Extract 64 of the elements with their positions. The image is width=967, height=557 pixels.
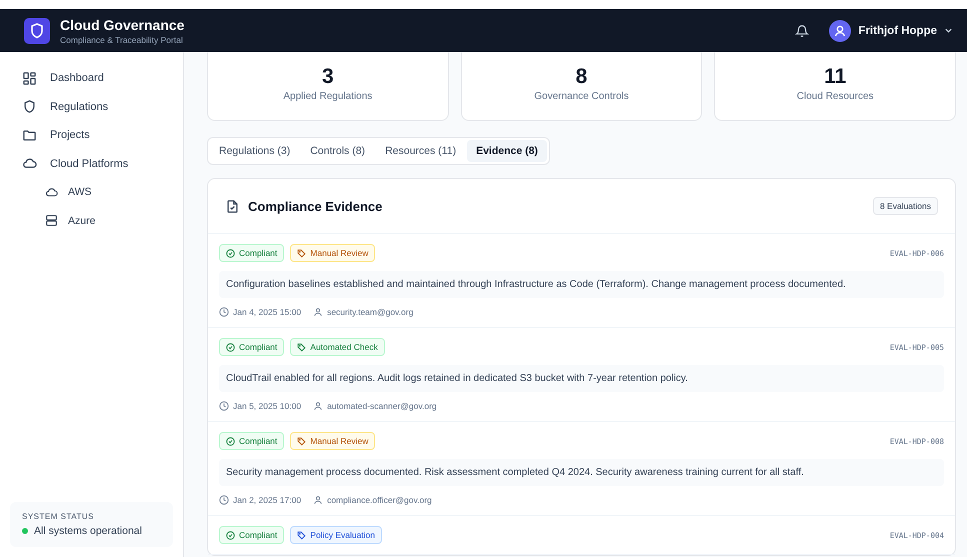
shield-icon bbox=[22, 99, 37, 114]
timestamp: Jan 4, 2025 15:00 bbox=[233, 307, 302, 317]
tag-label: Manual Review bbox=[310, 248, 368, 258]
evidence-description: Configuration baselines established and maintained through Infrastructure as Code (Terraform). Change management process documented. bbox=[219, 271, 944, 298]
app-title: Cloud Governance bbox=[60, 16, 184, 32]
sidebar-item[interactable]: Cloud Platforms bbox=[10, 150, 173, 178]
user-icon bbox=[313, 307, 324, 317]
tab[interactable]: Evidence (8) bbox=[467, 140, 547, 162]
shield-logo-icon bbox=[24, 18, 50, 44]
tag-label: Automated Check bbox=[310, 342, 378, 352]
chevron-down-icon bbox=[944, 26, 953, 35]
stat-label: Governance Controls bbox=[534, 91, 629, 102]
app-subtitle: Compliance & Traceability Portal bbox=[60, 34, 184, 44]
author: security.team@gov.org bbox=[327, 307, 414, 317]
check-circle-icon bbox=[226, 342, 235, 352]
avatar-icon bbox=[829, 20, 852, 42]
grid-icon bbox=[22, 70, 37, 86]
status-text: All systems operational bbox=[34, 525, 142, 537]
clock-icon bbox=[219, 495, 229, 505]
tag-icon bbox=[297, 436, 306, 446]
stat-value: 3 bbox=[322, 65, 334, 89]
user-menu[interactable]: Frithjof Hoppe bbox=[829, 20, 953, 42]
tag-icon bbox=[297, 248, 306, 258]
tag-icon bbox=[297, 530, 306, 540]
clock-icon bbox=[219, 307, 229, 317]
author: automated-scanner@gov.org bbox=[327, 401, 437, 411]
status-label: Compliant bbox=[239, 248, 278, 258]
status-label: Compliant bbox=[239, 436, 278, 446]
folder-icon bbox=[22, 128, 37, 143]
stat-label: Cloud Resources bbox=[796, 91, 874, 102]
tag-label: Manual Review bbox=[310, 436, 368, 446]
status-title: SYSTEM STATUS bbox=[22, 512, 95, 521]
cloud-icon bbox=[45, 186, 58, 199]
tab[interactable]: Controls (8) bbox=[301, 140, 374, 162]
clock-icon bbox=[219, 401, 229, 411]
sidebar-item[interactable]: Projects bbox=[10, 121, 173, 150]
sidebar-subitem[interactable]: Azure bbox=[10, 206, 173, 235]
check-circle-icon bbox=[226, 530, 235, 540]
user-icon bbox=[313, 401, 324, 411]
evidence-description: CloudTrail enabled for all regions. Audit logs retained in dedicated S3 bucket with 7-year retention policy. bbox=[219, 365, 944, 392]
stat-value: 11 bbox=[824, 65, 846, 89]
status-label: Compliant bbox=[239, 342, 278, 352]
author: compliance.officer@gov.org bbox=[327, 495, 432, 505]
document-check-icon bbox=[225, 198, 240, 214]
sidebar-item[interactable]: Dashboard bbox=[10, 64, 173, 92]
tab[interactable]: Regulations (3) bbox=[210, 140, 300, 162]
check-circle-icon bbox=[226, 436, 235, 446]
count-badge: 8 Evaluations bbox=[872, 197, 938, 215]
tag-icon bbox=[297, 342, 306, 352]
server-icon bbox=[45, 214, 58, 228]
sidebar-item[interactable]: Regulations bbox=[10, 92, 173, 121]
tag-label: Policy Evaluation bbox=[310, 530, 376, 540]
tab[interactable]: Resources (11) bbox=[376, 140, 466, 162]
timestamp: Jan 5, 2025 10:00 bbox=[233, 401, 302, 411]
stat-label: Applied Regulations bbox=[283, 91, 372, 102]
sidebar-subitem[interactable]: AWS bbox=[10, 178, 173, 206]
panel-title: Compliance Evidence bbox=[248, 198, 384, 214]
timestamp: Jan 2, 2025 17:00 bbox=[233, 495, 302, 505]
status-label: Compliant bbox=[239, 530, 278, 540]
bell-icon[interactable] bbox=[795, 24, 810, 38]
evidence-description: Security management process documented. Risk assessment completed Q4 2024. Security awareness training current for all staff. bbox=[219, 459, 944, 486]
check-circle-icon bbox=[226, 248, 235, 258]
user-icon bbox=[313, 495, 324, 505]
stat-value: 8 bbox=[576, 65, 588, 89]
